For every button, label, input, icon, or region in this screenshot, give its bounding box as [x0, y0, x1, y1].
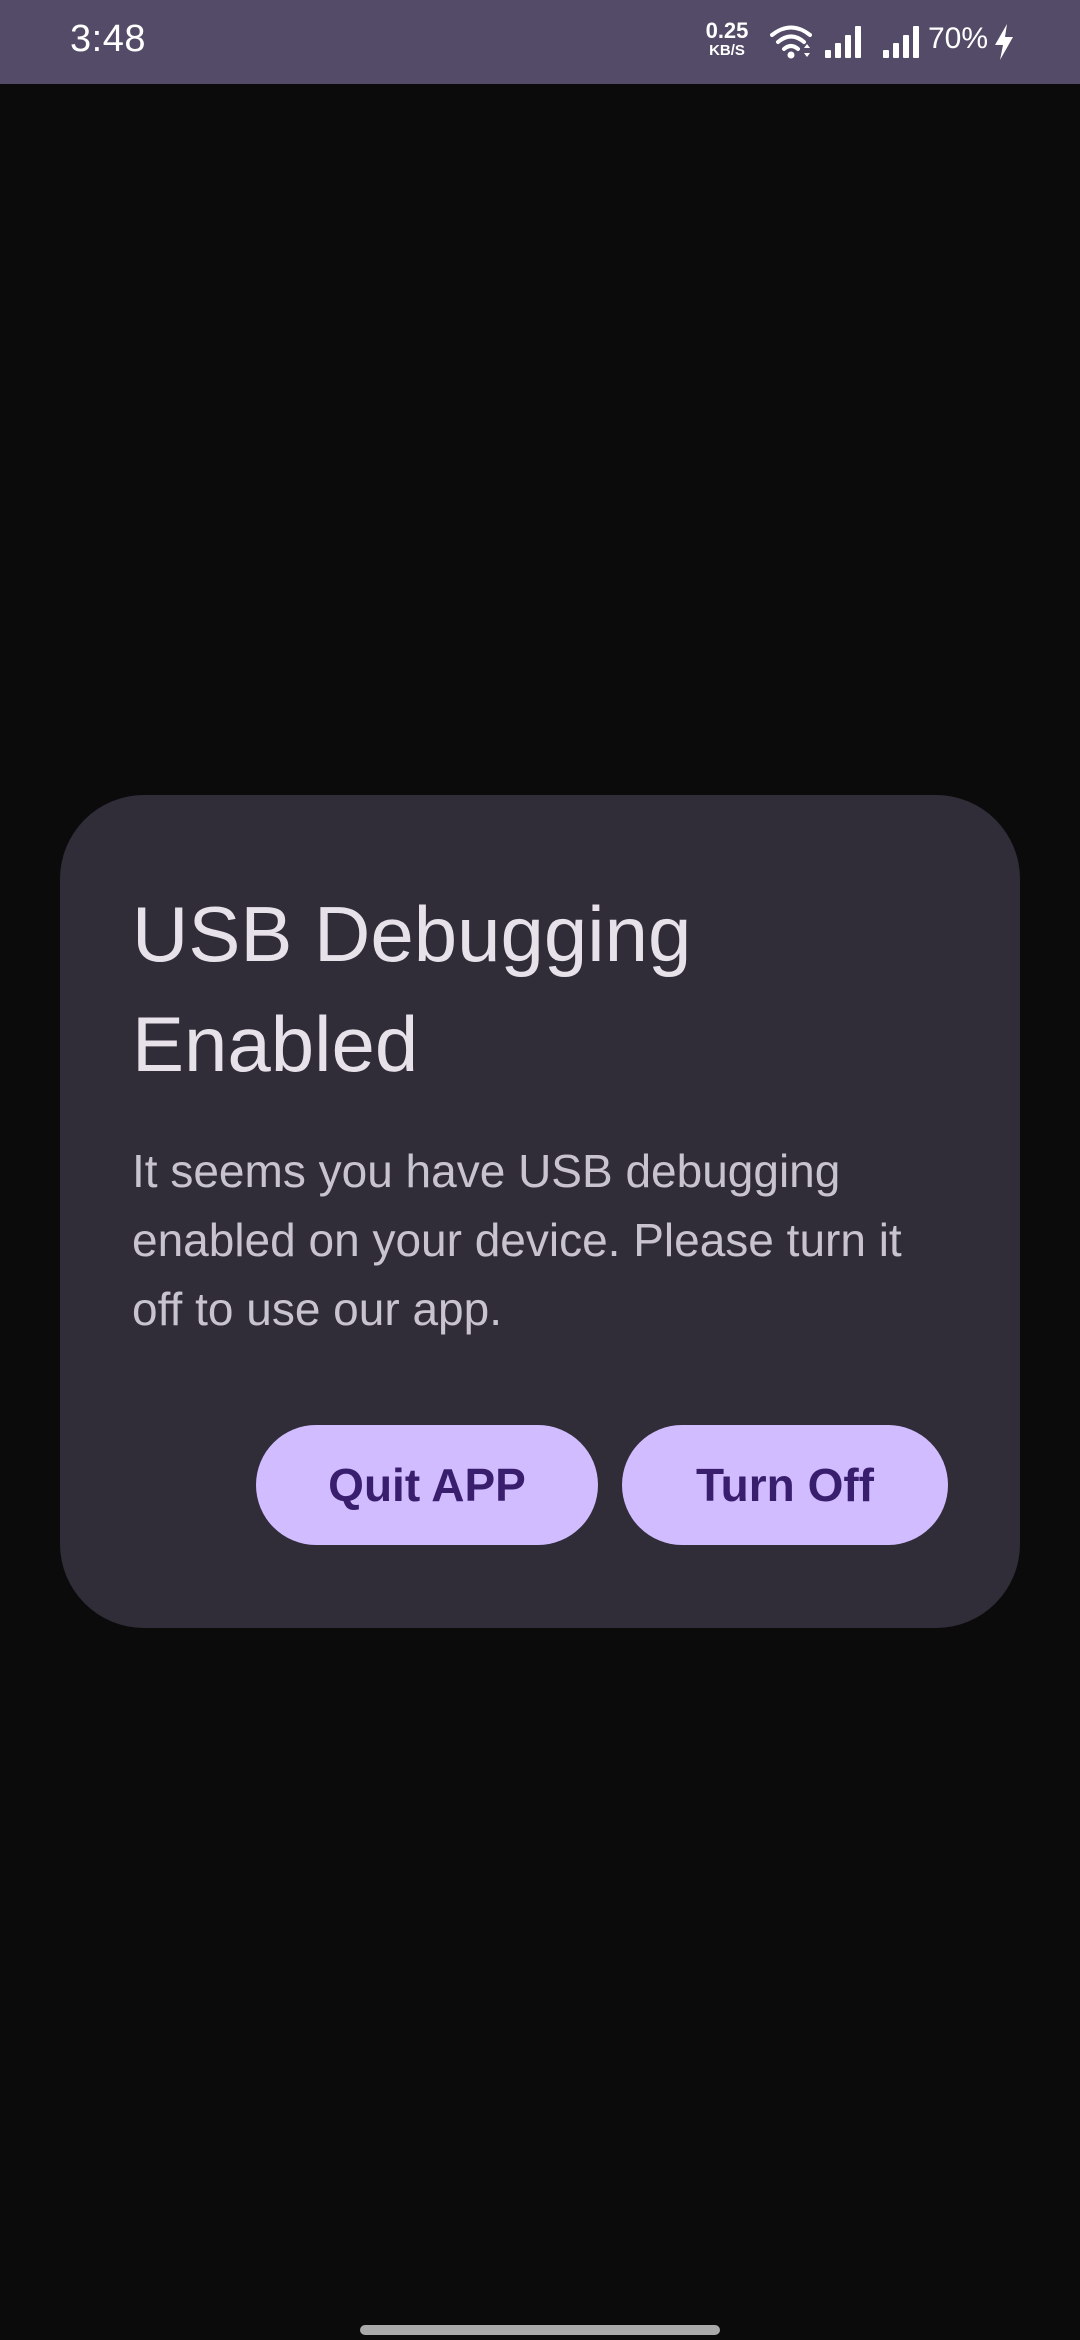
status-bar: 3:48 0.25 KB/S 70% [0, 0, 1080, 84]
status-time: 3:48 [70, 18, 146, 60]
bolt-icon [995, 24, 1013, 60]
quit-app-button[interactable]: Quit APP [256, 1425, 598, 1545]
network-speed-unit: KB/S [709, 42, 745, 59]
home-indicator[interactable] [360, 2325, 720, 2335]
battery-percent: 70% [928, 22, 989, 55]
network-speed: 0.25 KB/S [700, 18, 754, 59]
signal-icon-secondary [883, 26, 919, 58]
dialog-message: It seems you have USB debugging enabled … [132, 1145, 902, 1335]
network-speed-value: 0.25 [705, 18, 749, 43]
signal-icon [825, 26, 861, 58]
dialog-title: USB Debugging Enabled [132, 890, 692, 1088]
wifi-icon [770, 25, 812, 59]
usb-debugging-dialog: USB Debugging Enabled It seems you have … [60, 795, 1020, 1628]
turn-off-button[interactable]: Turn Off [622, 1425, 948, 1545]
